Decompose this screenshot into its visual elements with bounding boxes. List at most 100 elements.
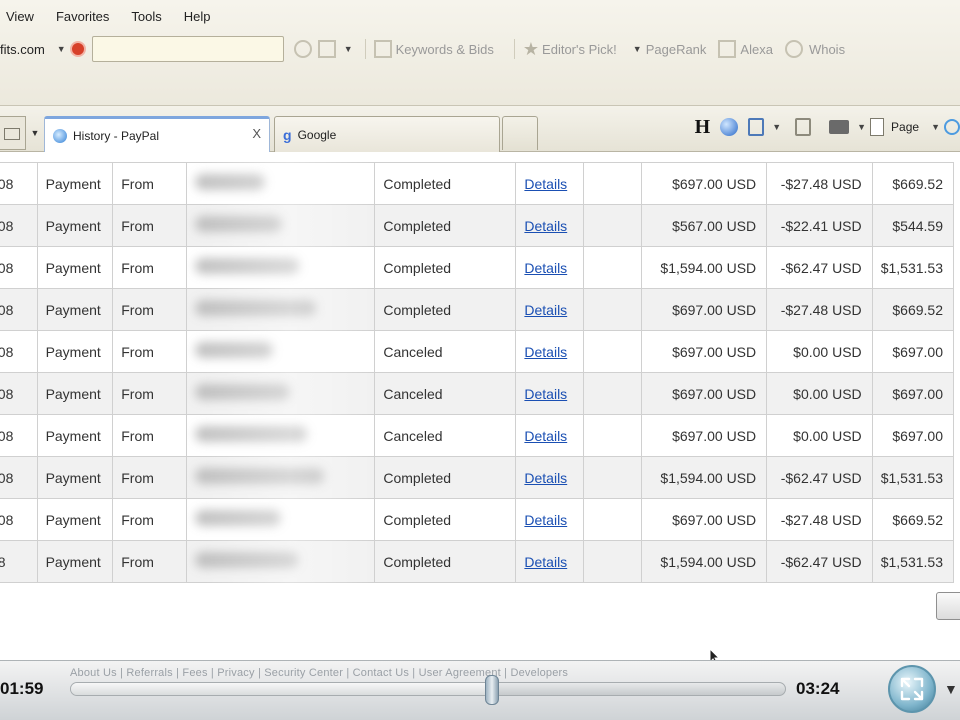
direction-cell: From — [112, 162, 188, 205]
chevron-down-icon[interactable]: ▼ — [344, 44, 353, 54]
alexa-icon — [718, 40, 737, 58]
table-row: 08PaymentFrom Completed Details $1,594.00 U… — [0, 540, 955, 583]
quick-tabs-icon[interactable] — [0, 116, 26, 150]
details-cell: Details — [515, 288, 584, 331]
new-tab-button[interactable] — [502, 116, 538, 150]
fee-cell: -$62.47 USD — [766, 540, 873, 583]
fee-cell: -$27.48 USD — [766, 162, 873, 205]
menu-view[interactable]: View — [6, 9, 34, 24]
status-cell: Completed — [374, 288, 517, 331]
stop-icon[interactable] — [69, 41, 86, 57]
status-cell: Canceled — [374, 372, 517, 415]
fee-cell: -$62.47 USD — [766, 246, 873, 289]
keywords-button[interactable]: Keywords & Bids — [396, 42, 494, 57]
direction-cell: From — [112, 288, 188, 331]
net-cell: $1,531.53 — [871, 540, 955, 583]
tools-globe-icon[interactable] — [944, 119, 960, 135]
details-cell: Details — [515, 162, 584, 205]
details-cell: Details — [515, 330, 584, 373]
redacted-name — [195, 216, 283, 232]
order-status-cell — [582, 204, 643, 247]
order-status-cell — [582, 372, 643, 415]
tab-google[interactable]: g Google — [274, 116, 500, 152]
details-link[interactable]: Details — [524, 218, 567, 234]
pagerank-button[interactable]: PageRank — [646, 42, 707, 57]
details-link[interactable]: Details — [524, 302, 567, 318]
redacted-name — [195, 300, 317, 316]
menu-tools[interactable]: Tools — [131, 9, 161, 24]
player-menu-chevron-icon[interactable]: ▼ — [944, 681, 958, 697]
redacted-name — [195, 426, 308, 442]
whois-button[interactable]: Whois — [809, 42, 845, 57]
search-icon[interactable] — [293, 40, 312, 58]
redacted-name — [195, 258, 300, 274]
details-cell: Details — [515, 498, 584, 541]
details-link[interactable]: Details — [524, 260, 567, 276]
direction-cell: From — [112, 372, 188, 415]
name-cell-redacted — [186, 372, 376, 415]
table-row: 008PaymentFrom Completed Details $1,594.00 … — [0, 456, 955, 499]
tab-history-paypal[interactable]: History - PayPal X — [44, 116, 270, 152]
page-menu-button[interactable]: Page — [891, 120, 919, 134]
gross-cell: $697.00 USD — [641, 162, 768, 205]
fee-cell: -$27.48 USD — [766, 498, 873, 541]
fee-cell: -$27.48 USD — [766, 288, 873, 331]
redacted-name — [195, 552, 299, 568]
printer-icon[interactable] — [829, 120, 850, 134]
editors-pick-button[interactable]: Editor's Pick! — [542, 42, 617, 57]
toolbar-search-input[interactable] — [91, 36, 284, 62]
chevron-down-icon[interactable]: ▼ — [931, 122, 940, 132]
fullscreen-button[interactable] — [888, 665, 936, 713]
name-cell-redacted — [186, 540, 376, 583]
close-tab-button[interactable]: X — [252, 126, 261, 141]
fee-cell: $0.00 USD — [766, 372, 873, 415]
order-status-cell — [582, 540, 643, 583]
tab-title: History - PayPal — [73, 128, 160, 143]
net-cell: $697.00 — [871, 414, 955, 457]
status-cell: Completed — [374, 162, 517, 205]
details-link[interactable]: Details — [524, 512, 567, 528]
details-link[interactable]: Details — [524, 176, 567, 192]
seek-bar[interactable] — [70, 675, 786, 705]
name-cell-redacted — [186, 204, 376, 247]
feeds-icon[interactable] — [748, 118, 765, 136]
menu-favorites[interactable]: Favorites — [56, 9, 109, 24]
chevron-down-icon[interactable]: ▼ — [772, 122, 781, 132]
read-mail-icon[interactable] — [795, 118, 812, 136]
date-cell: 008 — [0, 498, 38, 541]
globe-icon[interactable] — [720, 118, 739, 136]
type-cell: Payment — [36, 540, 114, 583]
whois-icon — [784, 40, 803, 58]
gross-cell: $697.00 USD — [641, 414, 768, 457]
next-page-button[interactable] — [936, 592, 960, 620]
h-icon[interactable]: H — [695, 116, 711, 139]
net-cell: $1,531.53 — [871, 456, 955, 499]
gross-cell: $1,594.00 USD — [641, 540, 768, 583]
name-cell-redacted — [186, 330, 376, 373]
chevron-down-icon[interactable]: ▼ — [57, 44, 66, 54]
gross-cell: $1,594.00 USD — [641, 456, 768, 499]
details-link[interactable]: Details — [524, 554, 567, 570]
date-cell: 008 — [0, 162, 38, 205]
chevron-down-icon[interactable]: ▼ — [633, 44, 642, 54]
chevron-down-icon[interactable]: ▼ — [857, 122, 866, 132]
tab-list-chevron-icon[interactable]: ▼ — [28, 116, 42, 150]
details-link[interactable]: Details — [524, 344, 567, 360]
details-link[interactable]: Details — [524, 470, 567, 486]
alexa-button[interactable]: Alexa — [740, 42, 773, 57]
tool-icon[interactable] — [317, 40, 336, 58]
menu-help[interactable]: Help — [184, 9, 211, 24]
details-link[interactable]: Details — [524, 428, 567, 444]
video-player-bar: About Us | Referrals | Fees | Privacy | … — [0, 660, 960, 720]
redacted-name — [195, 510, 282, 526]
direction-cell: From — [112, 330, 188, 373]
gross-cell: $697.00 USD — [641, 288, 768, 331]
fullscreen-icon — [900, 677, 924, 701]
seek-handle[interactable] — [485, 675, 500, 705]
redacted-name — [195, 342, 274, 358]
screen: View Favorites Tools Help fits.com ▼ ▼ K… — [0, 0, 960, 720]
net-cell: $1,531.53 — [871, 246, 955, 289]
table-row: 008PaymentFrom Completed Details $697.00 US… — [0, 162, 955, 205]
details-link[interactable]: Details — [524, 386, 567, 402]
order-status-cell — [582, 246, 643, 289]
